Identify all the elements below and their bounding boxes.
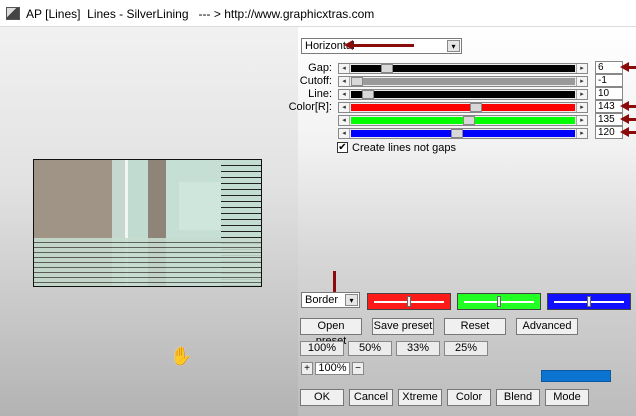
line-value[interactable]: 10 bbox=[595, 87, 623, 100]
mode-select[interactable]: Border ▾ bbox=[301, 292, 360, 308]
zoom-out-button[interactable]: − bbox=[352, 362, 364, 375]
color-blue-slider[interactable]: ◂ ▸ bbox=[338, 128, 588, 139]
color-green-slider[interactable]: ◂ ▸ bbox=[338, 115, 588, 126]
zoom-33-button[interactable]: 33% bbox=[396, 341, 440, 356]
cancel-button[interactable]: Cancel bbox=[349, 389, 393, 406]
arrow-down-annotation-icon bbox=[329, 271, 339, 301]
arrow-left-icon[interactable]: ◂ bbox=[339, 77, 350, 86]
line-slider[interactable]: ◂ ▸ bbox=[338, 89, 588, 100]
arrow-left-icon[interactable]: ◂ bbox=[339, 116, 350, 125]
arrow-right-icon[interactable]: ▸ bbox=[576, 116, 587, 125]
title-bar: AP [Lines] Lines - SilverLining --- > ht… bbox=[0, 0, 636, 27]
swatch-knob[interactable] bbox=[407, 296, 411, 307]
color-red-thumb[interactable] bbox=[469, 103, 482, 112]
blend-button[interactable]: Blend bbox=[496, 389, 540, 406]
color-red-slider[interactable]: ◂ ▸ bbox=[338, 102, 588, 113]
zoom-in-button[interactable]: + bbox=[301, 362, 313, 375]
color-red-label: Color[R]: bbox=[288, 101, 332, 113]
arrow-annotation-icon bbox=[620, 101, 636, 111]
create-lines-label: Create lines not gaps bbox=[352, 142, 456, 154]
red-color-swatch[interactable] bbox=[367, 293, 451, 310]
color-red-track[interactable] bbox=[351, 103, 575, 112]
arrow-right-icon[interactable]: ▸ bbox=[576, 77, 587, 86]
zoom-value[interactable]: 100% bbox=[315, 362, 350, 375]
cutoff-value[interactable]: -1 bbox=[595, 74, 623, 87]
preview-canvas[interactable] bbox=[33, 159, 262, 287]
cutoff-slider[interactable]: ◂ ▸ bbox=[338, 76, 588, 87]
arrow-left-icon[interactable]: ◂ bbox=[339, 129, 350, 138]
app-icon bbox=[6, 7, 20, 20]
advanced-button[interactable]: Advanced bbox=[516, 318, 578, 335]
ok-button[interactable]: OK bbox=[300, 389, 344, 406]
arrow-annotation-icon bbox=[620, 62, 636, 72]
gap-label: Gap: bbox=[308, 62, 332, 74]
reset-button[interactable]: Reset bbox=[444, 318, 506, 335]
zoom-25-button[interactable]: 25% bbox=[444, 341, 488, 356]
save-preset-button[interactable]: Save preset bbox=[372, 318, 434, 335]
color-red-value[interactable]: 143 bbox=[595, 100, 623, 113]
color-button[interactable]: Color bbox=[447, 389, 491, 406]
arrow-left-icon[interactable]: ◂ bbox=[339, 103, 350, 112]
hand-cursor-icon: ✋ bbox=[170, 346, 193, 366]
line-track[interactable] bbox=[351, 90, 575, 99]
line-thumb[interactable] bbox=[361, 90, 374, 99]
arrow-annotation-icon bbox=[344, 40, 414, 50]
arrow-annotation-icon bbox=[620, 127, 636, 137]
arrow-right-icon[interactable]: ▸ bbox=[576, 90, 587, 99]
swatch-knob[interactable] bbox=[497, 296, 501, 307]
color-green-thumb[interactable] bbox=[463, 116, 476, 125]
gap-slider[interactable]: ◂ ▸ bbox=[338, 63, 588, 74]
cutoff-track[interactable] bbox=[351, 77, 575, 86]
swatch-knob[interactable] bbox=[587, 296, 591, 307]
blue-color-swatch[interactable] bbox=[547, 293, 631, 310]
arrow-right-icon[interactable]: ▸ bbox=[576, 129, 587, 138]
mode-button[interactable]: Mode bbox=[545, 389, 589, 406]
color-blue-track[interactable] bbox=[351, 129, 575, 138]
window-title: AP [Lines] Lines - SilverLining --- > ht… bbox=[26, 7, 375, 21]
color-green-track[interactable] bbox=[351, 116, 575, 125]
color-blue-value[interactable]: 120 bbox=[595, 126, 623, 139]
chevron-down-icon[interactable]: ▾ bbox=[447, 40, 460, 52]
open-preset-button[interactable]: Open preset bbox=[300, 318, 362, 347]
green-color-swatch[interactable] bbox=[457, 293, 541, 310]
create-lines-checkbox[interactable]: ✔ bbox=[337, 142, 348, 153]
cutoff-label: Cutoff: bbox=[299, 75, 332, 87]
progress-bar bbox=[541, 370, 611, 382]
line-label: Line: bbox=[308, 88, 332, 100]
gap-track[interactable] bbox=[351, 64, 575, 73]
color-blue-thumb[interactable] bbox=[450, 129, 463, 138]
cutoff-thumb[interactable] bbox=[351, 77, 363, 86]
arrow-right-icon[interactable]: ▸ bbox=[576, 64, 587, 73]
zoom-50-button[interactable]: 50% bbox=[348, 341, 392, 356]
zoom-100-button[interactable]: 100% bbox=[300, 341, 344, 356]
gap-thumb[interactable] bbox=[380, 64, 393, 73]
gap-value[interactable]: 6 bbox=[595, 61, 623, 74]
arrow-left-icon[interactable]: ◂ bbox=[339, 64, 350, 73]
xtreme-button[interactable]: Xtreme bbox=[398, 389, 442, 406]
chevron-down-icon[interactable]: ▾ bbox=[345, 294, 358, 306]
mode-select-value: Border bbox=[305, 294, 339, 306]
arrow-left-icon[interactable]: ◂ bbox=[339, 90, 350, 99]
arrow-annotation-icon bbox=[620, 114, 636, 124]
color-green-value[interactable]: 135 bbox=[595, 113, 623, 126]
arrow-right-icon[interactable]: ▸ bbox=[576, 103, 587, 112]
